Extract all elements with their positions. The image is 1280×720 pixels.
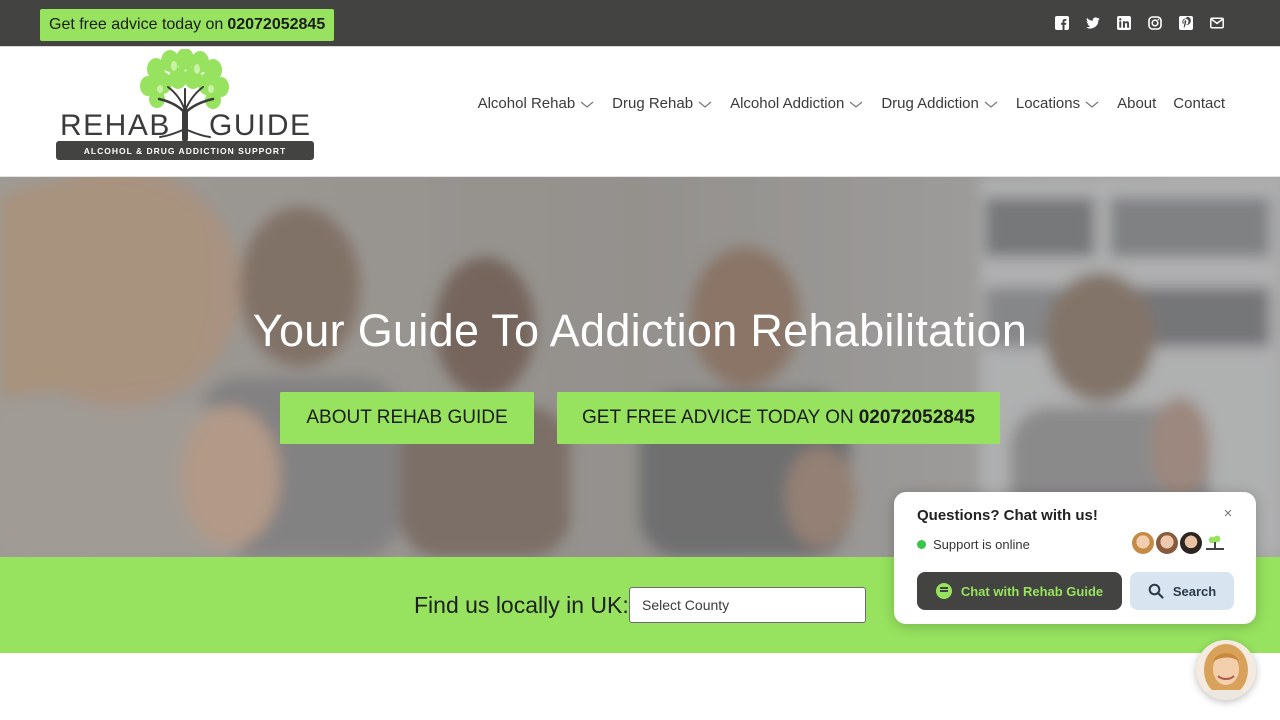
logo-word-guide: GUIDE	[209, 109, 312, 142]
search-button-label: Search	[1172, 583, 1217, 599]
pinterest-icon[interactable]	[1179, 16, 1193, 30]
twitter-icon[interactable]	[1086, 16, 1100, 30]
chat-launcher-avatar[interactable]	[1196, 640, 1256, 700]
about-rehab-guide-button[interactable]: ABOUT REHAB GUIDE	[280, 392, 534, 444]
nav-label: Alcohol Addiction	[730, 95, 845, 112]
advice-button-label: GET FREE ADVICE TODAY ON	[582, 407, 854, 428]
chat-search-button[interactable]: Search	[1130, 572, 1234, 610]
chevron-down-icon	[698, 101, 712, 108]
free-advice-phone-link[interactable]: Get free advice today on 02072052845	[40, 9, 335, 41]
chat-with-rehab-guide-button[interactable]: Chat with Rehab Guide	[917, 572, 1122, 610]
tree-logo-icon	[1202, 530, 1228, 556]
chevron-down-icon	[580, 101, 594, 108]
advice-button-phone: 02072052845	[858, 407, 975, 428]
chevron-down-icon	[849, 101, 863, 108]
nav-item-about[interactable]: About	[1117, 95, 1156, 112]
rehab-guide-logo[interactable]: REHAB GUIDE ALCOHOL & DRUG ADDICTION SUP…	[56, 49, 316, 161]
support-status: Support is online	[917, 537, 1030, 552]
logo-strapline: ALCOHOL & DRUG ADDICTION SUPPORT	[56, 141, 314, 160]
chat-button-label: Chat with Rehab Guide	[960, 583, 1104, 599]
nav-item-alcohol-rehab[interactable]: Alcohol Rehab	[478, 95, 596, 112]
advice-text: Get free advice today on	[49, 16, 224, 33]
hero-title: Your Guide To Addiction Rehabilitation	[252, 305, 1028, 356]
search-icon	[1148, 583, 1164, 599]
avatar	[1130, 530, 1156, 556]
avatar	[1154, 530, 1180, 556]
county-select-value: Select County	[642, 597, 730, 613]
nav-label: Drug Addiction	[881, 95, 979, 112]
avatar	[1178, 530, 1204, 556]
advice-phone: 02072052845	[227, 16, 326, 33]
online-dot-icon	[917, 540, 926, 549]
site-header: REHAB GUIDE ALCOHOL & DRUG ADDICTION SUP…	[0, 47, 1280, 177]
linkedin-icon[interactable]	[1117, 16, 1131, 30]
close-icon[interactable]: ×	[1221, 506, 1235, 521]
email-icon[interactable]	[1210, 16, 1224, 30]
instagram-icon[interactable]	[1148, 16, 1162, 30]
nav-label: Drug Rehab	[612, 95, 694, 112]
support-avatars	[1130, 530, 1228, 556]
nav-item-locations[interactable]: Locations	[1016, 95, 1100, 112]
free-advice-button[interactable]: GET FREE ADVICE TODAY ON 02072052845	[557, 392, 1000, 444]
nav-item-drug-rehab[interactable]: Drug Rehab	[612, 95, 713, 112]
nav-item-drug-addiction[interactable]: Drug Addiction	[881, 95, 999, 112]
logo-word-rehab: REHAB	[60, 109, 171, 142]
find-locally-label: Find us locally in UK:	[414, 592, 629, 618]
about-button-label: ABOUT REHAB GUIDE	[306, 407, 508, 428]
chevron-down-icon	[984, 101, 998, 108]
chevron-down-icon	[1085, 101, 1099, 108]
chat-bubble-icon	[935, 583, 952, 599]
main-nav: Alcohol Rehab Drug Rehab Alcohol Addicti…	[461, 95, 1225, 112]
chat-widget: Questions? Chat with us! × Support is on…	[894, 492, 1256, 624]
nav-label: Contact	[1173, 95, 1225, 112]
facebook-icon[interactable]	[1055, 16, 1069, 30]
social-links	[1055, 16, 1224, 30]
nav-label: Alcohol Rehab	[477, 95, 576, 112]
chat-title: Questions? Chat with us!	[917, 507, 1098, 524]
nav-label: About	[1117, 95, 1157, 112]
agent-avatar-icon	[1196, 640, 1256, 700]
nav-label: Locations	[1015, 95, 1081, 112]
top-bar: Get free advice today on 02072052845	[0, 0, 1280, 47]
support-status-text: Support is online	[933, 537, 1030, 552]
county-select[interactable]: Select County	[629, 587, 866, 623]
nav-item-alcohol-addiction[interactable]: Alcohol Addiction	[730, 95, 864, 112]
nav-item-contact[interactable]: Contact	[1173, 95, 1225, 112]
